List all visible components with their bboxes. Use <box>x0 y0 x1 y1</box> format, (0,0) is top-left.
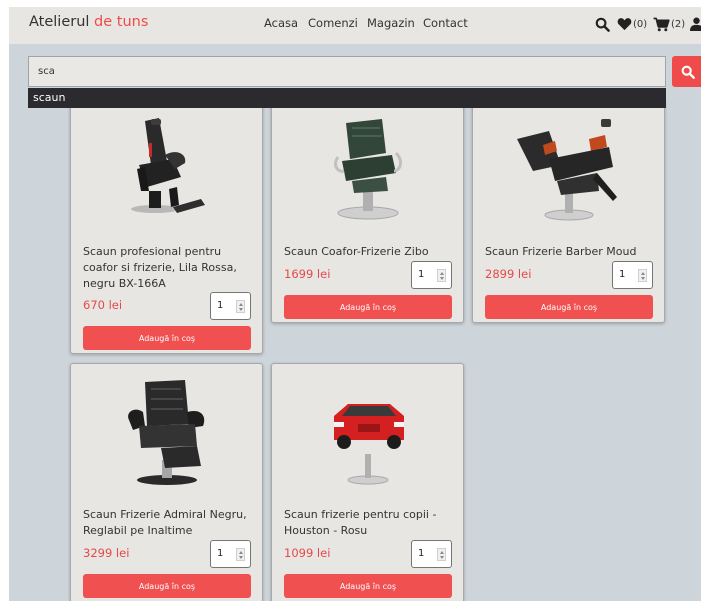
product-title[interactable]: Scaun Frizerie Barber Moud <box>485 244 657 260</box>
brand-name: Atelierul <box>29 14 90 30</box>
product-price: 670 lei <box>83 298 123 312</box>
page: Atelierul de tuns Acasa Comenzi Magazin … <box>9 7 701 601</box>
product-price: 2899 lei <box>485 267 532 281</box>
product-price: 1099 lei <box>284 546 331 560</box>
quilted-barber-chair-image <box>128 380 205 485</box>
search-icon <box>595 17 610 32</box>
quantity-stepper[interactable] <box>437 269 446 282</box>
reclining-barber-chair-image <box>517 119 617 221</box>
quantity-value: 1 <box>217 548 224 559</box>
favorites-count: (0) <box>633 18 648 30</box>
product-card: Scaun Coafor-Frizerie Zibo 1699 lei 1 Ad… <box>271 100 464 323</box>
product-price: 3299 lei <box>83 546 130 560</box>
brand-name-accent: de tuns <box>94 14 149 30</box>
product-card: Scaun frizerie pentru copii - Houston - … <box>271 363 464 601</box>
add-to-cart-button[interactable]: Adaugă în coş <box>284 295 452 319</box>
product-card: Scaun profesional pentru coafor si frize… <box>70 100 263 354</box>
add-to-cart-button[interactable]: Adaugă în coş <box>83 326 251 350</box>
black-hydraulic-chair-image <box>131 118 205 213</box>
search-suggestion-text: scaun <box>33 91 66 104</box>
quantity-input[interactable]: 1 <box>612 261 653 289</box>
add-to-cart-button[interactable]: Adaugă în coş <box>284 574 452 598</box>
add-to-cart-button[interactable]: Adaugă în coş <box>485 295 653 319</box>
favorites-link[interactable]: (0) <box>617 15 647 33</box>
product-title[interactable]: Scaun profesional pentru coafor si frize… <box>83 244 255 292</box>
quantity-value: 1 <box>418 269 425 280</box>
nav-link-comenzi[interactable]: Comenzi <box>308 16 358 30</box>
product-title[interactable]: Scaun Coafor-Frizerie Zibo <box>284 244 456 260</box>
navbar: Atelierul de tuns Acasa Comenzi Magazin … <box>9 7 701 44</box>
green-salon-chair-image <box>334 119 402 220</box>
quantity-input[interactable]: 1 <box>210 292 251 320</box>
quantity-stepper[interactable] <box>437 548 446 561</box>
brand-logo[interactable]: Atelierul de tuns <box>29 14 148 30</box>
quantity-input[interactable]: 1 <box>210 540 251 568</box>
cart-count: (2) <box>671 18 686 30</box>
quantity-input[interactable]: 1 <box>411 261 452 289</box>
search-input[interactable] <box>28 56 666 87</box>
account-link[interactable] <box>690 15 701 33</box>
quantity-stepper[interactable] <box>236 548 245 561</box>
heart-icon <box>617 18 632 31</box>
quantity-stepper[interactable] <box>236 300 245 313</box>
product-title[interactable]: Scaun frizerie pentru copii - Houston - … <box>284 507 456 539</box>
product-card: Scaun Frizerie Admiral Negru, Reglabil p… <box>70 363 263 601</box>
nav-search-button[interactable] <box>595 15 610 33</box>
search-suggestion[interactable]: scaun <box>28 88 666 108</box>
quantity-value: 1 <box>619 269 626 280</box>
add-to-cart-button[interactable]: Adaugă în coş <box>83 574 251 598</box>
cart-icon <box>653 17 670 31</box>
nav-link-acasa[interactable]: Acasa <box>264 16 298 30</box>
quantity-value: 1 <box>217 300 224 311</box>
nav-link-magazin[interactable]: Magazin <box>367 16 415 30</box>
search-button[interactable] <box>672 56 701 87</box>
user-icon <box>690 17 701 31</box>
cart-link[interactable]: (2) <box>653 15 685 33</box>
kids-car-chair-image <box>334 404 404 485</box>
product-card: Scaun Frizerie Barber Moud 2899 lei 1 Ad… <box>472 100 665 323</box>
search-icon <box>681 65 695 79</box>
product-title[interactable]: Scaun Frizerie Admiral Negru, Reglabil p… <box>83 507 255 539</box>
quantity-value: 1 <box>418 548 425 559</box>
product-price: 1699 lei <box>284 267 331 281</box>
quantity-input[interactable]: 1 <box>411 540 452 568</box>
quantity-stepper[interactable] <box>638 269 647 282</box>
nav-link-contact[interactable]: Contact <box>423 16 468 30</box>
